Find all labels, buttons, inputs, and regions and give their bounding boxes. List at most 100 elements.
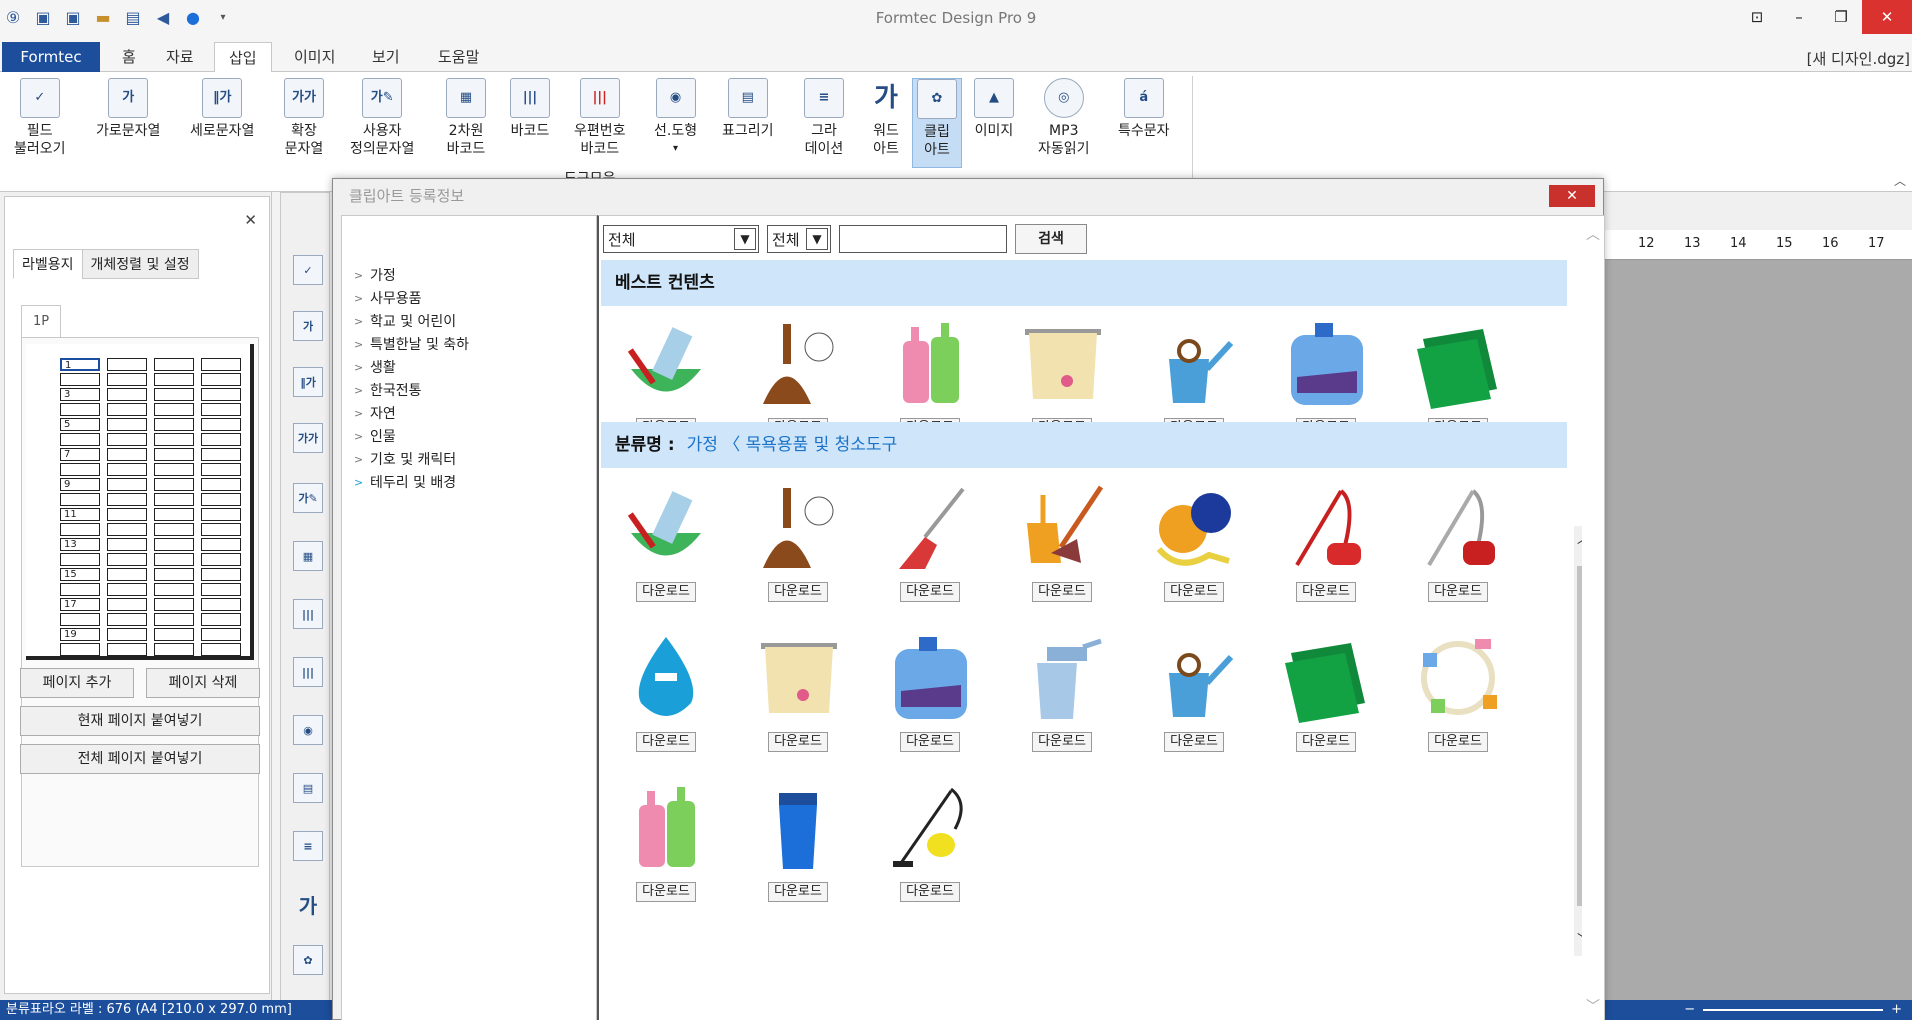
label-cell[interactable] [107,388,147,401]
label-cell[interactable]: 19 [60,628,100,641]
folders-icon[interactable] [1276,628,1376,728]
label-cell[interactable] [154,613,194,626]
label-cell[interactable] [154,508,194,521]
label-cell[interactable] [201,478,241,491]
download-button[interactable]: 다운로드 [636,732,696,752]
label-cell[interactable] [154,463,194,476]
label-cell[interactable] [107,583,147,596]
shape-button[interactable]: ◉ 선.도형 ▾ [654,78,697,158]
download-button[interactable]: 다운로드 [1164,582,1224,602]
extended-text-button[interactable]: 가가 확장 문자열 [284,78,324,158]
label-cell[interactable] [201,448,241,461]
clipart-item[interactable]: 다운로드 [1403,628,1513,752]
label-cell[interactable] [154,418,194,431]
bath-set-icon[interactable] [1408,628,1508,728]
field-load-button[interactable]: ✓ 필드 불러오기 [14,78,66,158]
label-cell[interactable] [201,523,241,536]
download-button[interactable]: 다운로드 [1032,582,1092,602]
label-cell[interactable] [201,613,241,626]
label-cell[interactable] [107,358,147,371]
label-cell[interactable] [154,433,194,446]
close-window-icon[interactable]: ✕ [1862,0,1912,34]
label-cell[interactable]: 7 [60,448,100,461]
tree-item[interactable]: > 테두리 및 배경 [354,473,456,493]
v-vertical-text-icon[interactable]: ‖가 [293,367,323,397]
label-cell[interactable] [107,568,147,581]
label-cell[interactable] [107,418,147,431]
clipart-item[interactable]: 다운로드 [611,628,721,752]
clipart-item[interactable]: 다운로드 [743,314,853,438]
design-canvas[interactable] [1600,230,1912,1000]
clipart-item[interactable]: 다운로드 [875,628,985,752]
watering-can-icon[interactable] [1144,628,1244,728]
label-cell[interactable] [60,403,100,416]
barcode-button[interactable]: ||| 바코드 [510,78,550,140]
label-cell[interactable] [154,478,194,491]
clipart-item[interactable]: 다운로드 [743,478,853,602]
clipart-item[interactable]: 다운로드 [611,314,721,438]
v-barcode-icon[interactable]: ||| [293,599,323,629]
label-cell[interactable] [201,538,241,551]
clipart-item[interactable]: 다운로드 [1007,478,1117,602]
tree-item[interactable]: > 가정 [354,266,396,286]
category-select[interactable]: 전체 ▼ [603,225,759,253]
download-button[interactable]: 다운로드 [636,882,696,902]
v-custom-text-icon[interactable]: 가✎ [293,483,323,513]
label-cell[interactable] [154,493,194,506]
mp3-button[interactable]: ◎ MP3 자동읽기 [1038,78,1090,158]
clipart-item[interactable]: 다운로드 [875,478,985,602]
label-cell[interactable] [154,448,194,461]
dialog-close-icon[interactable]: ✕ [1549,185,1595,207]
zoom-out-icon[interactable]: − [1684,1000,1695,1020]
download-button[interactable]: 다운로드 [636,582,696,602]
brush-bowl-icon[interactable] [616,314,716,414]
custom-text-button[interactable]: 가✎ 사용자 정의문자열 [350,78,414,158]
table-button[interactable]: ▤ 표그리기 [722,78,774,140]
label-cell[interactable] [154,568,194,581]
label-cell[interactable] [107,373,147,386]
v-postal-barcode-icon[interactable]: ||| [293,657,323,687]
tree-item[interactable]: > 사무용품 [354,289,422,309]
label-cell[interactable] [154,583,194,596]
clipart-item[interactable]: 다운로드 [743,778,853,902]
clipart-item[interactable]: 다운로드 [743,628,853,752]
postal-barcode-button[interactable]: ||| 우편번호 바코드 [574,78,626,158]
label-cell[interactable]: 13 [60,538,100,551]
label-cell[interactable]: 1 [60,358,100,371]
folders-icon[interactable] [1408,314,1508,414]
label-cell[interactable] [154,643,194,656]
steam-cleaner-icon[interactable] [880,778,980,878]
label-cell[interactable]: 9 [60,478,100,491]
paste-current-page-button[interactable]: 현재 페이지 붙여넣기 [20,706,260,736]
clipart-item[interactable]: 다운로드 [875,314,985,438]
label-cell[interactable] [154,403,194,416]
v-extended-text-icon[interactable]: 가가 [293,423,323,453]
download-button[interactable]: 다운로드 [1296,732,1356,752]
tab-help[interactable]: 도움말 [424,42,493,72]
tab-data[interactable]: 자료 [152,42,208,72]
outer-scroll-up-icon[interactable]: ︿ [1586,224,1600,244]
clipart-item[interactable]: 다운로드 [1139,314,1249,438]
download-button[interactable]: 다운로드 [1428,582,1488,602]
soap-bottles-icon[interactable] [880,314,980,414]
label-cell[interactable] [60,643,100,656]
label-cell[interactable]: 15 [60,568,100,581]
label-cell[interactable] [107,463,147,476]
zoom-slider[interactable] [1703,1009,1884,1011]
search-button[interactable]: 검색 [1015,224,1087,254]
label-cell[interactable] [107,643,147,656]
vacuum-icon[interactable] [1144,478,1244,578]
download-button[interactable]: 다운로드 [1428,732,1488,752]
detergent-icon[interactable] [1276,314,1376,414]
watering-can-icon[interactable] [1144,314,1244,414]
v-shape-icon[interactable]: ◉ [293,715,323,745]
label-cell[interactable]: 17 [60,598,100,611]
label-cell[interactable] [201,433,241,446]
label-cell[interactable] [154,358,194,371]
vertical-text-button[interactable]: ‖가 세로문자열 [190,78,254,140]
label-cell[interactable] [154,373,194,386]
download-button[interactable]: 다운로드 [1164,732,1224,752]
label-cell[interactable] [60,493,100,506]
clipart-item[interactable]: 다운로드 [1007,628,1117,752]
collapse-ribbon-icon[interactable]: ︿ [1894,172,1906,189]
